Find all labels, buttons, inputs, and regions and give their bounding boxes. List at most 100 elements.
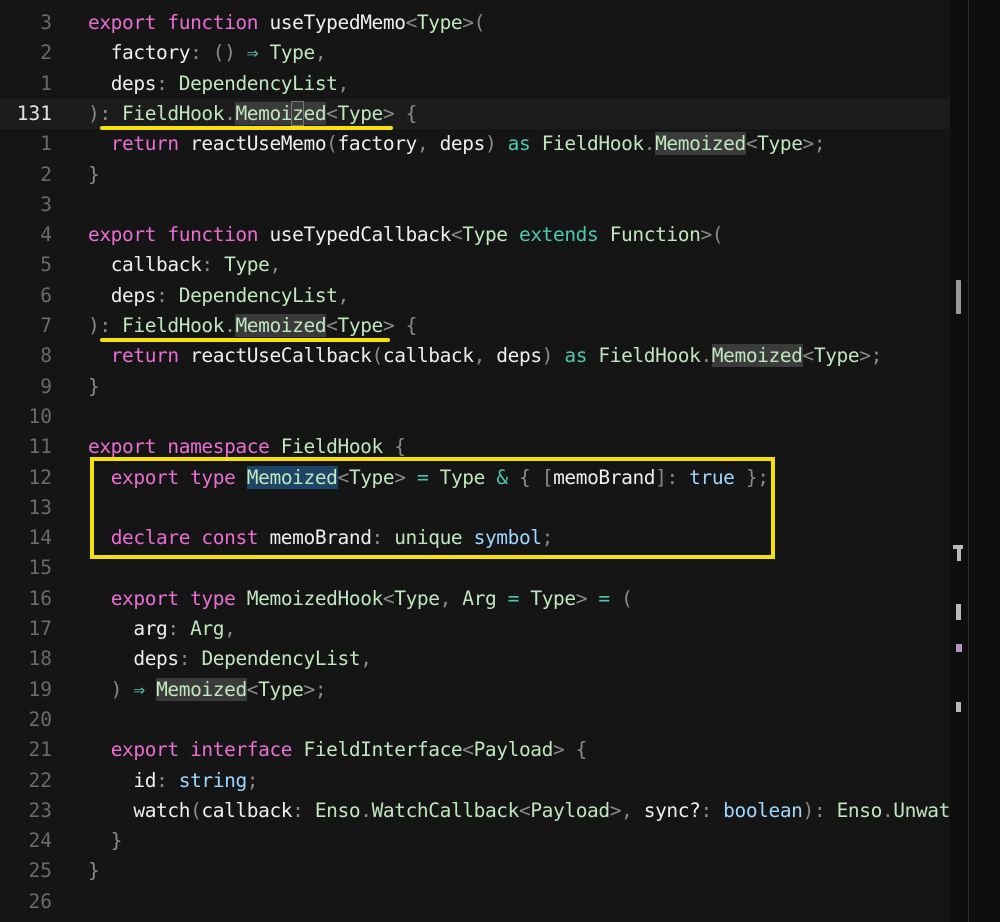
code-token: Type	[757, 132, 803, 156]
code-token: Memoi	[235, 101, 293, 125]
code-token: Type	[394, 586, 440, 610]
code-text: export interface FieldInterface<Payload>…	[88, 735, 588, 765]
code-line[interactable]: 10	[0, 402, 950, 432]
code-token: ,	[269, 253, 281, 277]
code-token: <	[745, 132, 758, 156]
code-token: <	[326, 101, 338, 125]
code-token: Memoized	[711, 344, 803, 368]
code-line[interactable]: 3 export function useTypedMemo<Type>(	[0, 8, 950, 38]
code-token: .	[881, 798, 894, 822]
code-token: .	[224, 314, 236, 337]
code-line[interactable]: 6 deps: DependencyList,	[0, 281, 950, 311]
line-number: 15	[28, 556, 52, 580]
code-token: interface	[190, 738, 293, 762]
code-line[interactable]: 5 callback: Type,	[0, 250, 950, 280]
code-token: =	[598, 586, 610, 610]
code-token: deps	[110, 283, 157, 307]
code-token: DependencyList	[178, 283, 338, 307]
code-token: .	[360, 798, 372, 822]
code-token: ,	[360, 647, 372, 671]
code-line[interactable]: 17 arg: Arg,	[0, 614, 950, 644]
code-token: FieldHook	[541, 132, 644, 156]
code-line[interactable]: 19 ) ⇒ Memoized<Type>;	[0, 675, 950, 705]
code-token: <	[450, 223, 463, 247]
code-token: ⇒	[246, 41, 259, 65]
code-token: >;	[802, 132, 826, 156]
code-text: export type MemoizedHook<Type, Arg = Typ…	[88, 584, 633, 614]
code-token: FieldInterface	[303, 738, 463, 762]
minimap-mark	[956, 702, 961, 712]
code-text: arg: Arg,	[88, 614, 236, 644]
code-text: factory: () ⇒ Type,	[88, 38, 327, 68]
code-text: deps: DependencyList,	[88, 644, 372, 674]
code-token: callback	[201, 798, 293, 822]
code-token: DependencyList	[201, 647, 361, 671]
code-token: Type	[224, 253, 270, 277]
code-token: useTypedCallback	[269, 223, 451, 247]
code-line[interactable]: 1 return reactUseMemo(factory, deps) as …	[0, 129, 950, 159]
line-number: 26	[28, 889, 52, 913]
code-line[interactable]: 1 deps: DependencyList,	[0, 69, 950, 99]
code-token: :	[156, 71, 179, 95]
minimap-panel[interactable]	[950, 0, 1000, 922]
code-line[interactable]: 4 export function useTypedCallback<Type e…	[0, 220, 950, 250]
code-line[interactable]: 131): FieldHook.Memoized<Type> {	[0, 98, 950, 129]
code-line[interactable]: 2 factory: () ⇒ Type,	[0, 38, 950, 68]
minimap-mark	[956, 604, 961, 620]
line-number: 1	[40, 71, 52, 95]
code-token: deps	[133, 647, 179, 671]
code-line[interactable]: 26	[0, 887, 950, 917]
line-number: 25	[28, 859, 52, 883]
line-number: 3	[40, 192, 52, 216]
code-token: > {	[382, 101, 417, 125]
code-line[interactable]: 24 }	[0, 826, 950, 856]
code-token: sync?	[643, 798, 701, 822]
code-text: watch(callback: Enso.WatchCallback<Paylo…	[88, 796, 973, 826]
code-text: }	[88, 826, 123, 856]
code-line[interactable]: 3	[0, 190, 950, 220]
code-line[interactable]: 16 export type MemoizedHook<Type, Arg = …	[0, 584, 950, 614]
code-token: )	[88, 677, 134, 701]
code-token: Type	[530, 586, 576, 610]
code-line[interactable]: 2}	[0, 160, 950, 190]
annotation-underline-2	[100, 338, 390, 342]
code-line[interactable]: 22 id: string;	[0, 766, 950, 796]
code-token: function	[167, 11, 259, 34]
code-token: }	[88, 374, 100, 398]
code-line[interactable]: 23 watch(callback: Enso.WatchCallback<Pa…	[0, 796, 974, 826]
scrollbar-thumb[interactable]	[956, 280, 961, 314]
code-line[interactable]: 21 export interface FieldInterface<Paylo…	[0, 735, 950, 765]
line-number: 19	[28, 677, 52, 701]
line-number: 6	[40, 283, 52, 307]
code-token: Type	[258, 677, 304, 701]
code-token: DependencyList	[178, 71, 338, 95]
line-number: 5	[40, 253, 52, 277]
code-token: > {	[552, 738, 588, 762]
code-token: >(	[700, 223, 724, 247]
code-token: <	[382, 586, 395, 610]
code-token: Enso	[314, 798, 361, 822]
code-token: >;	[303, 677, 327, 701]
line-number: 24	[28, 829, 52, 853]
code-line[interactable]: 9}	[0, 372, 950, 402]
code-line[interactable]: 20	[0, 705, 950, 735]
code-token: <	[246, 677, 259, 701]
code-line[interactable]: 8 return reactUseCallback(callback, deps…	[0, 341, 950, 371]
code-token: ;	[246, 768, 259, 792]
code-line[interactable]: 25}	[0, 856, 950, 886]
code-token: Payload	[530, 798, 610, 822]
code-line[interactable]: 7): FieldHook.Memoized<Type> {	[0, 311, 950, 341]
code-line[interactable]: 18 deps: DependencyList,	[0, 644, 950, 674]
code-text: callback: Type,	[88, 250, 282, 280]
